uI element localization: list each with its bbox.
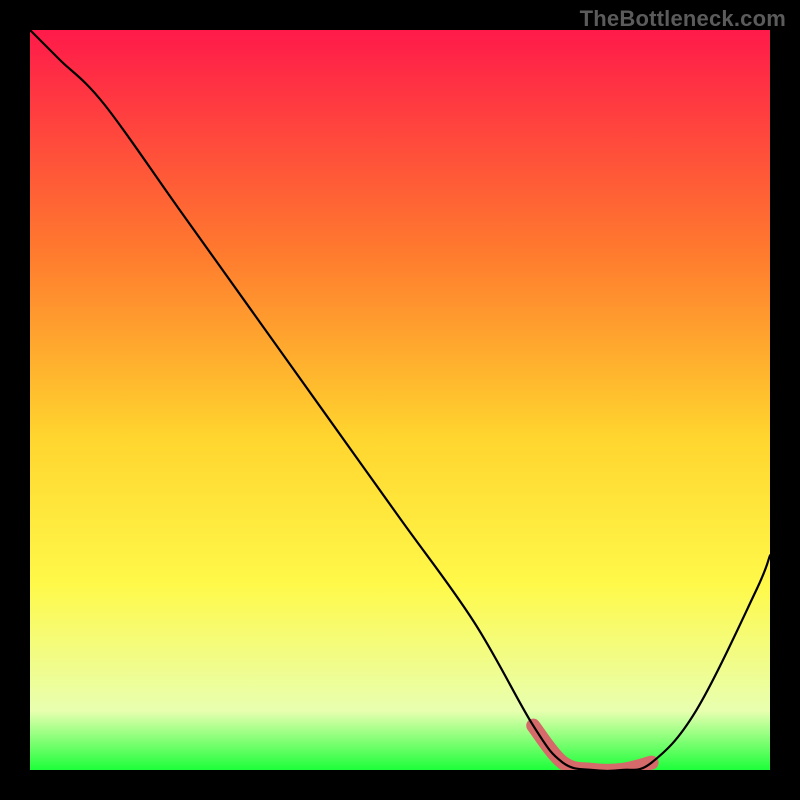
watermark-text: TheBottleneck.com — [580, 6, 786, 32]
plot-svg — [30, 30, 770, 770]
plot-area — [30, 30, 770, 770]
gradient-background — [30, 30, 770, 770]
chart-frame: TheBottleneck.com — [0, 0, 800, 800]
